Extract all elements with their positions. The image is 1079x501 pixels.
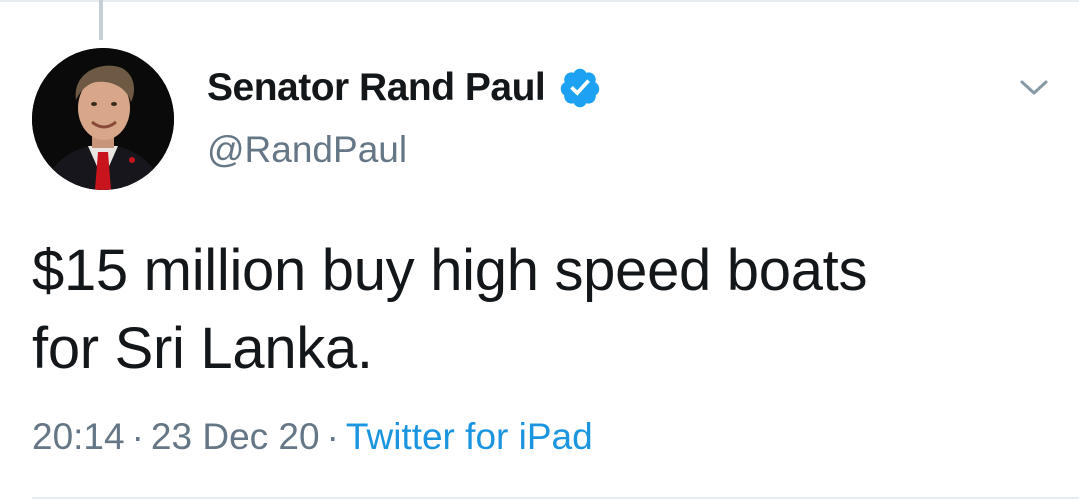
avatar[interactable] — [32, 48, 174, 190]
tweet-text-line-1: $15 million buy high speed boats — [32, 238, 868, 303]
thread-connector-line — [99, 0, 103, 40]
avatar-image — [32, 48, 174, 190]
tweet-text: $15 million buy high speed boats for Sri… — [32, 232, 1052, 388]
user-info: Senator Rand Paul @RandPaul — [207, 62, 602, 172]
tweet-metadata: 20:14 · 23 Dec 20 · Twitter for iPad — [32, 412, 593, 462]
name-row: Senator Rand Paul — [207, 62, 602, 114]
tweet-time[interactable]: 20:14 — [32, 416, 125, 457]
meta-separator-2: · — [326, 416, 339, 457]
tweet-source-link[interactable]: Twitter for iPad — [346, 416, 593, 457]
tweet-text-line-2: for Sri Lanka. — [32, 316, 373, 381]
top-divider — [0, 0, 1079, 2]
display-name[interactable]: Senator Rand Paul — [207, 62, 546, 114]
meta-separator: · — [131, 416, 144, 457]
user-handle[interactable]: @RandPaul — [207, 128, 602, 172]
chevron-down-icon[interactable] — [1016, 74, 1052, 102]
bottom-divider — [32, 497, 1079, 499]
tweet-date[interactable]: 23 Dec 20 — [151, 416, 320, 457]
verified-badge-icon — [558, 66, 602, 110]
